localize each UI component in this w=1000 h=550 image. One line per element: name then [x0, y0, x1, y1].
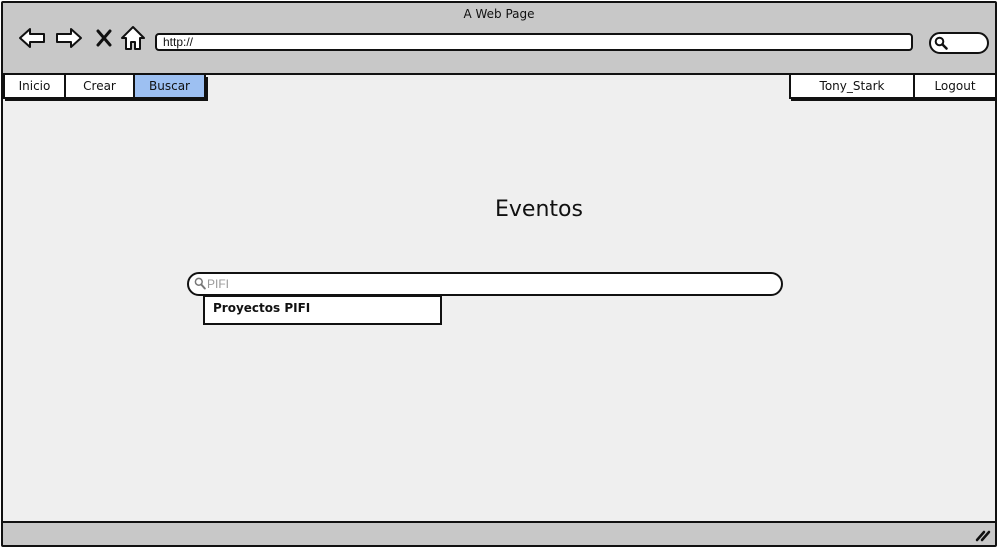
event-search-field[interactable]: [187, 272, 783, 296]
user-menu[interactable]: Tony_Stark: [789, 75, 915, 99]
search-icon: [194, 277, 206, 290]
nav-tabs-right: Tony_Stark Logout: [789, 75, 995, 101]
browser-search-field[interactable]: [929, 32, 989, 54]
search-input[interactable]: [207, 275, 767, 293]
page-title: Eventos: [495, 197, 583, 222]
title-bar: A Web Page http://: [3, 3, 995, 75]
tab-inicio[interactable]: Inicio: [3, 75, 66, 99]
url-field[interactable]: http://: [155, 33, 913, 51]
browser-window: A Web Page http:// Inicio Crear Buscar T…: [1, 1, 997, 547]
logout-button[interactable]: Logout: [913, 75, 995, 99]
search-suggestions: Proyectos PIFI: [203, 295, 442, 325]
arrow-left-icon[interactable]: [17, 23, 47, 53]
tab-buscar[interactable]: Buscar: [133, 75, 206, 99]
nav-tabs-left: Inicio Crear Buscar: [3, 75, 206, 101]
status-bar: [3, 521, 995, 545]
search-icon: [934, 36, 948, 50]
close-icon[interactable]: [89, 23, 119, 53]
tab-crear[interactable]: Crear: [64, 75, 135, 99]
arrow-right-icon[interactable]: [54, 23, 84, 53]
resize-grip-icon[interactable]: [975, 528, 991, 542]
suggestion-item[interactable]: Proyectos PIFI: [213, 301, 310, 315]
window-title: A Web Page: [463, 7, 535, 21]
home-icon[interactable]: [118, 23, 148, 53]
